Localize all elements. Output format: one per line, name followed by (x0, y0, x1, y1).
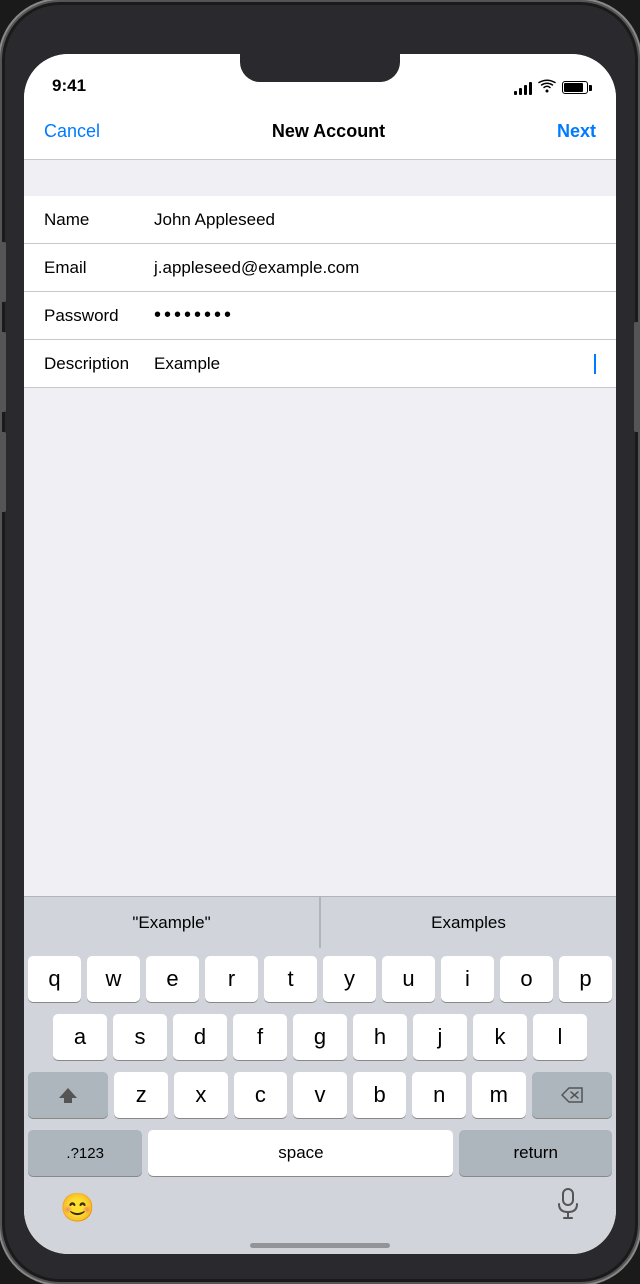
key-u[interactable]: u (382, 956, 435, 1002)
side-button-volume-up[interactable] (2, 332, 6, 412)
side-button-volume-down[interactable] (2, 432, 6, 512)
key-c[interactable]: c (234, 1072, 288, 1118)
side-button-power[interactable] (634, 322, 638, 432)
key-row-2: a s d f g h j k l (28, 1014, 612, 1060)
suggestion-quoted[interactable]: "Example" (24, 897, 320, 948)
form-row-password[interactable]: Password •••••••• (24, 292, 616, 340)
key-row-1: q w e r t y u i o p (28, 956, 612, 1002)
keyboard: q w e r t y u i o p a s d f g h j k (24, 948, 616, 1180)
key-h[interactable]: h (353, 1014, 407, 1060)
key-row-3: z x c v b n m (28, 1072, 612, 1118)
form-container: Name John Appleseed Email j.appleseed@ex… (24, 196, 616, 388)
key-g[interactable]: g (293, 1014, 347, 1060)
key-x[interactable]: x (174, 1072, 228, 1118)
key-y[interactable]: y (323, 956, 376, 1002)
label-description: Description (44, 354, 154, 374)
value-name[interactable]: John Appleseed (154, 210, 596, 230)
content-spacer (24, 388, 616, 896)
form-row-name[interactable]: Name John Appleseed (24, 196, 616, 244)
key-n[interactable]: n (412, 1072, 466, 1118)
key-t[interactable]: t (264, 956, 317, 1002)
suggestion-examples[interactable]: Examples (320, 897, 616, 948)
key-r[interactable]: r (205, 956, 258, 1002)
value-description[interactable]: Example (154, 354, 596, 374)
nav-title: New Account (272, 121, 385, 142)
key-k[interactable]: k (473, 1014, 527, 1060)
key-v[interactable]: v (293, 1072, 347, 1118)
form-row-description[interactable]: Description Example (24, 340, 616, 388)
battery-fill (564, 83, 583, 92)
cancel-button[interactable]: Cancel (44, 121, 100, 142)
key-m[interactable]: m (472, 1072, 526, 1118)
side-button-mute[interactable] (2, 242, 6, 302)
value-password[interactable]: •••••••• (154, 304, 596, 327)
nav-bar: Cancel New Account Next (24, 104, 616, 160)
notch (240, 54, 400, 82)
key-a[interactable]: a (53, 1014, 107, 1060)
shift-key[interactable] (28, 1072, 108, 1118)
status-icons (514, 79, 588, 96)
status-time: 9:41 (52, 76, 86, 96)
key-b[interactable]: b (353, 1072, 407, 1118)
phone-screen: 9:41 (24, 54, 616, 1254)
delete-key[interactable] (532, 1072, 612, 1118)
home-indicator (250, 1243, 390, 1248)
key-s[interactable]: s (113, 1014, 167, 1060)
return-key[interactable]: return (459, 1130, 612, 1176)
space-key[interactable]: space (148, 1130, 453, 1176)
emoji-button[interactable]: 😊 (60, 1191, 95, 1224)
mic-button[interactable] (556, 1188, 580, 1227)
label-password: Password (44, 306, 154, 326)
battery-icon (562, 81, 588, 94)
signal-icon (514, 81, 532, 95)
key-j[interactable]: j (413, 1014, 467, 1060)
key-e[interactable]: e (146, 956, 199, 1002)
key-z[interactable]: z (114, 1072, 168, 1118)
key-i[interactable]: i (441, 956, 494, 1002)
key-q[interactable]: q (28, 956, 81, 1002)
next-button[interactable]: Next (557, 121, 596, 142)
value-email[interactable]: j.appleseed@example.com (154, 258, 596, 278)
key-f[interactable]: f (233, 1014, 287, 1060)
section-separator (24, 160, 616, 196)
key-o[interactable]: o (500, 956, 553, 1002)
key-l[interactable]: l (533, 1014, 587, 1060)
key-d[interactable]: d (173, 1014, 227, 1060)
form-row-email[interactable]: Email j.appleseed@example.com (24, 244, 616, 292)
phone-frame: 9:41 (0, 0, 640, 1284)
wifi-icon (538, 79, 556, 96)
keyboard-suggestions: "Example" Examples (24, 896, 616, 948)
key-p[interactable]: p (559, 956, 612, 1002)
label-name: Name (44, 210, 154, 230)
label-email: Email (44, 258, 154, 278)
key-w[interactable]: w (87, 956, 140, 1002)
key-row-4: .?123 space return (28, 1130, 612, 1176)
numbers-key[interactable]: .?123 (28, 1130, 142, 1176)
